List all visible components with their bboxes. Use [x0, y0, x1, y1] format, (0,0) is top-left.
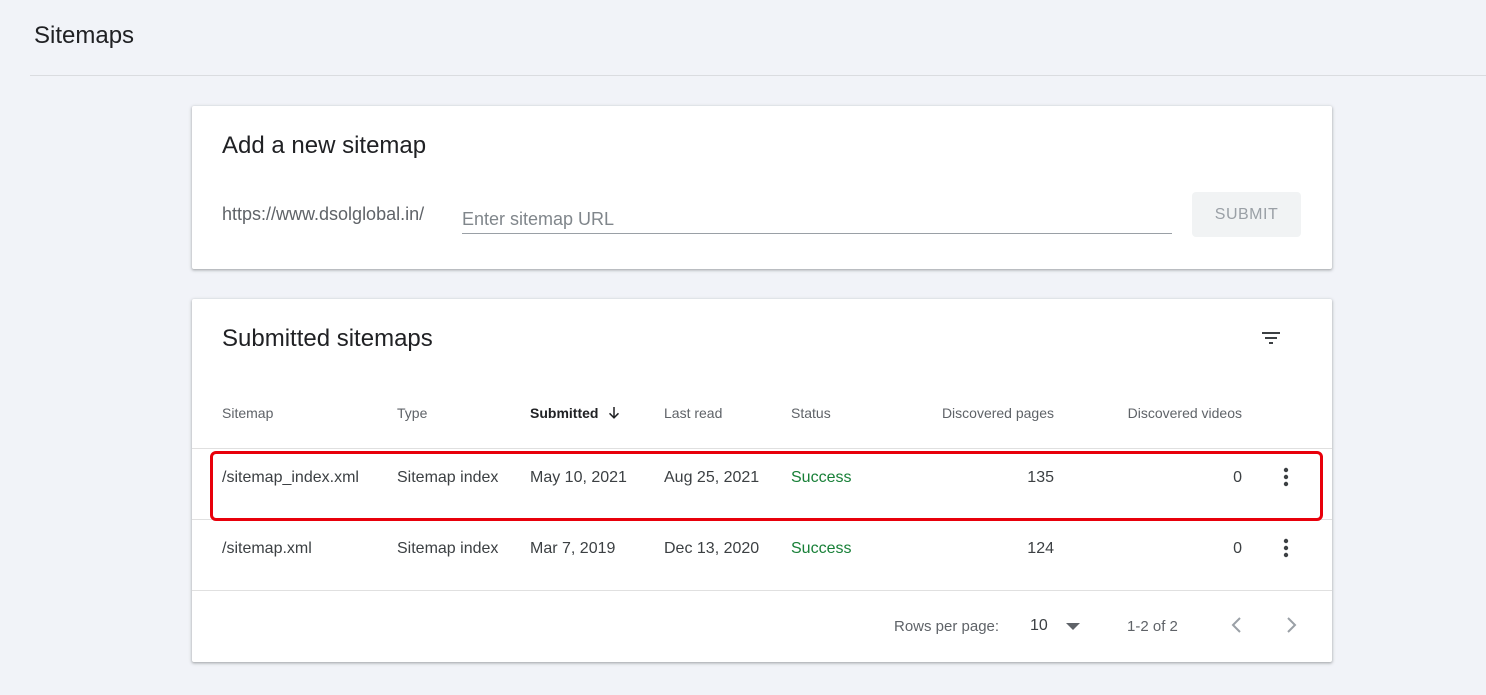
chevron-left-icon: [1231, 617, 1241, 633]
table-row[interactable]: /sitemap.xml Sitemap index Mar 7, 2019 D…: [192, 520, 1332, 591]
column-header-discovered-pages[interactable]: Discovered pages: [942, 405, 1054, 421]
page-title: Sitemaps: [34, 22, 135, 49]
more-vert-icon: [1283, 538, 1289, 558]
submit-button[interactable]: SUBMIT: [1192, 192, 1301, 237]
sitemap-url-field[interactable]: [462, 200, 1172, 234]
row-last-read-date: Dec 13, 2020: [664, 540, 760, 557]
arrow-down-icon: [609, 407, 620, 419]
column-header-submitted[interactable]: Submitted: [530, 405, 622, 421]
page-header: Sitemaps: [0, 0, 1486, 76]
table-pagination: Rows per page: 10 1-2 of 2: [192, 591, 1332, 662]
add-sitemap-title: Add a new sitemap: [222, 132, 427, 159]
table-header: Sitemap Type Submitted Last read Status …: [192, 387, 1332, 449]
column-header-sitemap[interactable]: Sitemap: [222, 405, 273, 421]
status-badge: Success: [791, 540, 852, 557]
row-highlight-annotation: [210, 451, 1323, 521]
previous-page-button[interactable]: [1222, 611, 1250, 639]
row-discovered-videos: 0: [1233, 540, 1242, 557]
chevron-right-icon: [1287, 617, 1297, 633]
sitemap-url-input[interactable]: [462, 200, 1172, 233]
row-sitemap-path: /sitemap.xml: [222, 540, 312, 557]
column-header-type[interactable]: Type: [397, 405, 427, 421]
next-page-button[interactable]: [1278, 611, 1306, 639]
rows-per-page-label: Rows per page:: [894, 618, 1000, 635]
submitted-sitemaps-card: Submitted sitemaps Sitemap Type Submitte…: [192, 299, 1332, 662]
sitemap-url-prefix: https://www.dsolglobal.in/: [222, 204, 425, 224]
rows-per-page-value: 10: [1030, 617, 1048, 634]
submitted-sitemaps-title: Submitted sitemaps: [222, 325, 433, 352]
row-type: Sitemap index: [397, 540, 499, 557]
rows-per-page-select[interactable]: 10: [1030, 609, 1088, 643]
row-more-button[interactable]: [1276, 536, 1296, 560]
pagination-range: 1-2 of 2: [1127, 618, 1178, 635]
column-header-discovered-videos[interactable]: Discovered videos: [1128, 405, 1242, 421]
filter-icon: [1262, 332, 1280, 344]
add-sitemap-card: Add a new sitemap https://www.dsolglobal…: [192, 106, 1332, 269]
filter-button[interactable]: [1256, 323, 1286, 353]
row-submitted-date: Mar 7, 2019: [530, 540, 616, 557]
caret-down-icon: [1066, 623, 1080, 630]
header-divider: [30, 75, 1486, 76]
column-header-status[interactable]: Status: [791, 405, 831, 421]
column-header-submitted-label: Submitted: [530, 405, 599, 421]
column-header-last-read[interactable]: Last read: [664, 405, 722, 421]
row-discovered-pages: 124: [1027, 540, 1054, 557]
